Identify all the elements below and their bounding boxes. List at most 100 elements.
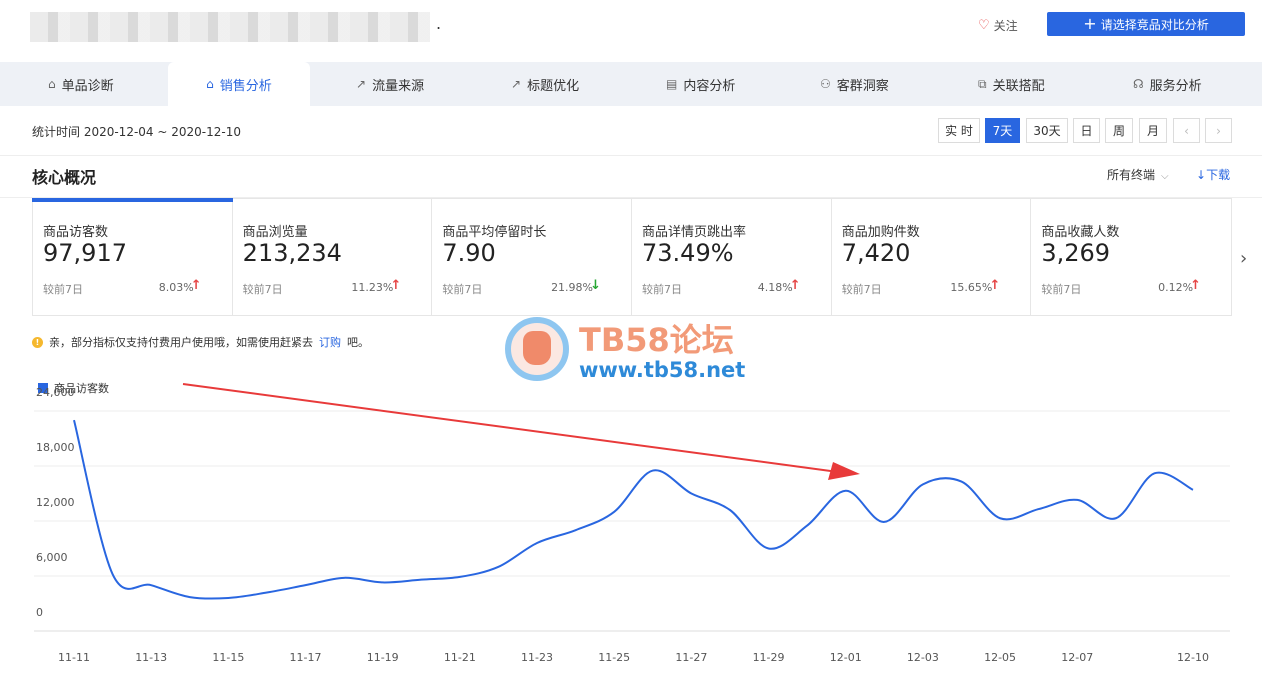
x-tick-label: 11-13 [135,651,167,664]
terminal-select[interactable]: 所有终端 ⌵ [1107,166,1169,183]
data-point-11-15[interactable] [224,594,232,602]
y-tick-label: 18,000 [36,441,75,454]
data-point-12-08[interactable] [1112,514,1120,522]
download-icon: ↓ [1196,168,1207,182]
prev-period-button[interactable]: ‹ [1173,118,1200,143]
x-tick-label: 11-21 [444,651,476,664]
period-week-button[interactable]: 周 [1105,118,1133,143]
tab-title-optimization[interactable]: ↗ 标题优化 [511,62,579,106]
compare-competitor-button[interactable]: + 请选择竞品对比分析 [1047,12,1245,36]
x-tick-label: 11-23 [521,651,553,664]
data-point-12-02[interactable] [880,518,888,526]
period-7days-button[interactable]: 7天 [985,118,1020,143]
x-tick-label: 11-29 [753,651,785,664]
x-tick-label: 11-11 [58,651,90,664]
data-point-12-09[interactable] [1150,469,1158,477]
tab-service-analysis[interactable]: ☊ 服务分析 [1133,62,1202,106]
data-point-11-29[interactable] [765,545,773,553]
metric-card-bounce-rate[interactable]: 商品详情页跳出率 73.49% 较前7日 4.18% ↑ [632,199,832,315]
tab-single-diagnosis[interactable]: ⌂ 单品诊断 [48,62,114,106]
link-icon: ⧉ [978,76,987,91]
x-tick-label: 11-15 [212,651,244,664]
data-point-11-25[interactable] [610,508,618,516]
period-day-button[interactable]: 日 [1073,118,1100,143]
data-point-11-27[interactable] [687,490,695,498]
metric-card-avg-stay[interactable]: 商品平均停留时长 7.90 较前7日 21.98% ↓ [432,199,633,315]
x-tick-label: 12-10 [1177,651,1209,664]
date-bar: 统计时间 2020-12-04 ~ 2020-12-10 实 时 7天 30天 … [0,106,1262,156]
subscribe-link[interactable]: 订购 [319,334,341,350]
data-point-11-21[interactable] [456,573,464,581]
title-dot: . [436,14,442,33]
tab-traffic-source[interactable]: ↗ 流量来源 [356,62,424,106]
stat-time: 统计时间 2020-12-04 ~ 2020-12-10 [32,125,241,139]
data-point-12-06[interactable] [1035,505,1043,513]
data-point-11-14[interactable] [186,593,194,601]
data-point-11-16[interactable] [263,589,271,597]
follow-label: 关注 [993,19,1018,33]
visitors-line-chart: 0 6,000 12,000 18,000 24,000 11-11 11-13 11-15… [34,383,1230,664]
x-tick-label: 11-17 [290,651,322,664]
data-point-11-24[interactable] [572,526,580,534]
y-tick-label: 0 [36,606,43,619]
metric-card-visitors[interactable]: 商品访客数 97,917 较前7日 8.03% ↑ [32,198,233,315]
data-point-12-10[interactable] [1189,486,1197,494]
data-point-12-01[interactable] [842,487,850,495]
top-bar: . ♡ 关注 + 请选择竞品对比分析 [0,0,1262,62]
data-point-11-17[interactable] [302,581,310,589]
bag-icon: ⌂ [48,77,56,91]
paid-feature-notice: ! 亲，部分指标仅支持付费用户使用哦，如需使用赶紧去 订购 吧。 [32,334,369,350]
data-point-11-12[interactable] [109,570,117,578]
next-period-button[interactable]: › [1205,118,1232,143]
tab-sales-analysis[interactable]: ⌂ 销售分析 [168,62,310,106]
x-tick-label: 11-27 [675,651,707,664]
metric-cards: 商品访客数 97,917 较前7日 8.03% ↑ 商品浏览量 213,234 … [32,198,1232,316]
data-point-11-30[interactable] [803,522,811,530]
metric-card-pageviews[interactable]: 商品浏览量 213,234 较前7日 11.23% ↑ [233,199,433,315]
data-point-12-04[interactable] [957,478,965,486]
data-point-12-03[interactable] [919,480,927,488]
core-overview-header: 核心概况 所有终端 ⌵ ↓下载 [0,156,1262,198]
line-chart-icon: ↗ [356,77,367,91]
data-point-11-18[interactable] [340,574,348,582]
tab-content-analysis[interactable]: ▤ 内容分析 [666,62,735,106]
x-tick-label: 11-25 [598,651,630,664]
x-tick-label: 12-01 [830,651,862,664]
data-point-11-26[interactable] [649,467,657,475]
download-link[interactable]: ↓下载 [1196,166,1230,183]
data-point-11-19[interactable] [379,578,387,586]
y-tick-label: 6,000 [36,551,68,564]
bag-icon: ⌂ [206,77,214,91]
period-month-button[interactable]: 月 [1139,118,1167,143]
warning-icon: ! [32,336,43,348]
headset-icon: ☊ [1133,77,1144,91]
data-point-11-22[interactable] [494,563,502,571]
data-point-12-05[interactable] [996,514,1004,522]
x-tick-label: 12-03 [907,651,939,664]
data-point-11-20[interactable] [417,576,425,584]
arrow-up-icon: ↑ [789,278,801,293]
analysis-tabs: ⌂ 单品诊断 ⌂ 销售分析 ↗ 流量来源 ↗ 标题优化 ▤ 内容分析 ⚇ 客群洞察 ⧉ 关联搭… [0,62,1262,106]
plus-icon: + [1083,14,1097,33]
period-realtime-button[interactable]: 实 时 [938,118,980,143]
metric-card-add-to-cart[interactable]: 商品加购件数 7,420 较前7日 15.65% ↑ [832,199,1032,315]
metric-card-favorites[interactable]: 商品收藏人数 3,269 较前7日 0.12% ↑ [1031,199,1231,315]
y-tick-label: 24,000 [36,386,75,399]
arrow-down-icon: ↓ [590,278,602,293]
tab-related-matching[interactable]: ⧉ 关联搭配 [978,62,1045,106]
tab-customer-insight[interactable]: ⚇ 客群洞察 [820,62,889,106]
data-point-11-11[interactable] [70,416,78,424]
data-point-11-23[interactable] [533,539,541,547]
hand-icon [523,331,551,365]
x-tick-label: 12-05 [984,651,1016,664]
y-tick-label: 12,000 [36,496,75,509]
watermark-line2: www.tb58.net [579,358,746,382]
heart-icon: ♡ [978,18,990,33]
data-point-11-28[interactable] [726,506,734,514]
data-point-11-13[interactable] [147,581,155,589]
period-30days-button[interactable]: 30天 [1026,118,1068,143]
data-point-12-07[interactable] [1073,496,1081,504]
follow-button[interactable]: ♡ 关注 [978,17,1018,34]
section-title: 核心概况 [32,168,97,187]
chevron-right-icon[interactable]: › [1240,248,1247,269]
